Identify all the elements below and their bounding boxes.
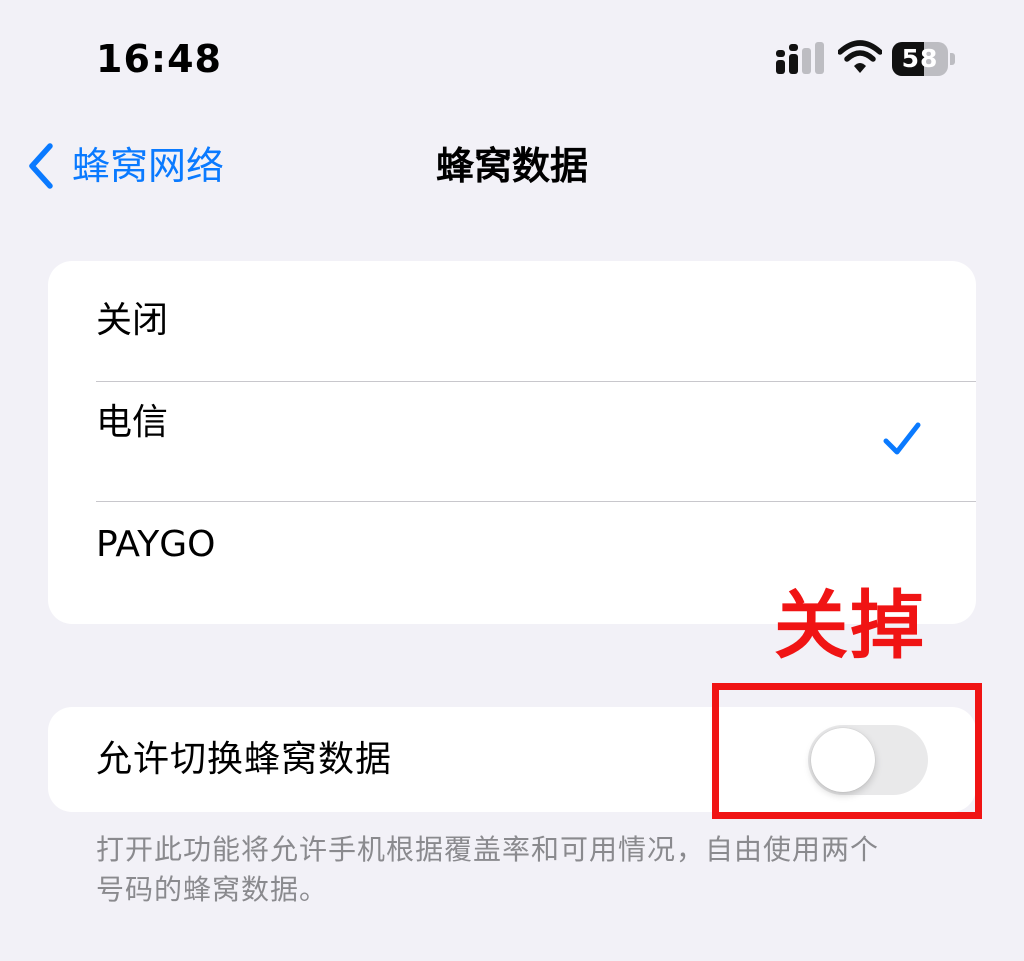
status-time: 16:48 — [96, 37, 222, 81]
battery-percentage: 58 — [901, 44, 939, 73]
carrier-option-label: 关闭 — [96, 300, 169, 341]
checkmark-icon — [883, 422, 921, 455]
wifi-icon — [838, 40, 882, 73]
back-button-label: 蜂窝网络 — [72, 144, 225, 188]
cellular-signal-icon — [776, 42, 824, 74]
annotation-label: 关掉 — [774, 583, 926, 669]
battery-icon: 58 — [892, 42, 956, 76]
battery-cap — [950, 53, 955, 65]
carrier-option-telecom[interactable]: 电信 — [48, 381, 976, 501]
chevron-left-icon — [29, 143, 53, 189]
carrier-option-label: PAYGO — [96, 524, 216, 565]
data-switching-label: 允许切换蜂窝数据 — [96, 739, 393, 780]
carrier-option-label: 电信 — [96, 402, 169, 443]
annotation-highlight-box — [712, 683, 982, 819]
back-button[interactable]: 蜂窝网络 — [26, 136, 224, 196]
settings-screen: 16:48 58 蜂窝数据 蜂窝网络 关闭 电信 PAYGO 允许切换蜂窝数据 … — [0, 0, 1024, 961]
carrier-option-off[interactable]: 关闭 — [48, 261, 976, 381]
carrier-options-list: 关闭 电信 PAYGO — [48, 261, 976, 624]
footer-note: 打开此功能将允许手机根据覆盖率和可用情况，自由使用两个号码的蜂窝数据。 — [96, 833, 880, 906]
battery-body: 58 — [892, 42, 948, 76]
